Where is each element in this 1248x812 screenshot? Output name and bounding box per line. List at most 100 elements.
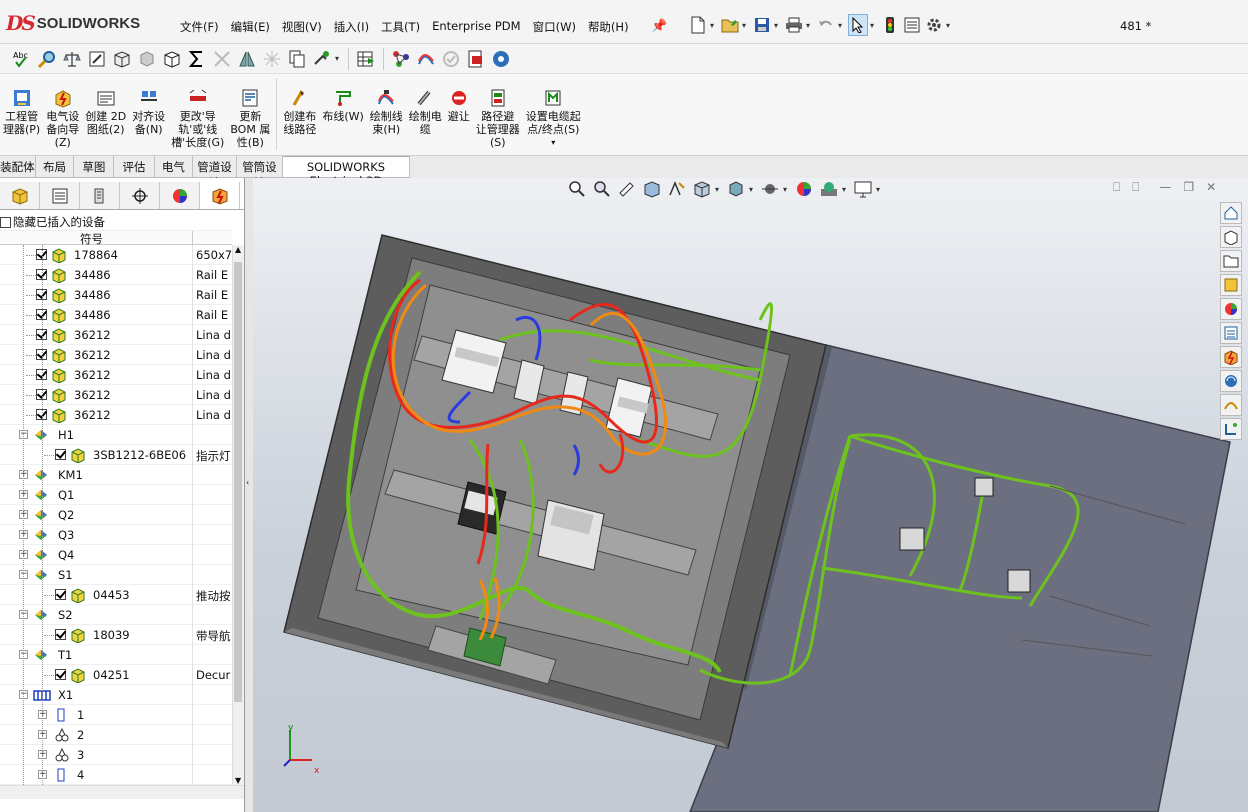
- ribbon-button-project-manager[interactable]: 工程管 理器(P): [3, 74, 40, 155]
- routing-library-icon[interactable]: [1220, 394, 1242, 416]
- connect-dropdown-icon[interactable]: ▾: [335, 54, 343, 63]
- tree-row[interactable]: 36212 Lina d: [0, 405, 232, 425]
- tree-row[interactable]: − S1: [0, 565, 232, 585]
- tree-row[interactable]: − X1: [0, 685, 232, 705]
- new-dropdown-icon[interactable]: ▾: [710, 21, 718, 30]
- tree-row[interactable]: − T1: [0, 645, 232, 665]
- undo-icon[interactable]: [816, 14, 836, 36]
- new-document-icon[interactable]: [688, 14, 708, 36]
- tab-7[interactable]: SOLIDWORKS Electrical 3D: [282, 156, 410, 188]
- configuration-manager-tab[interactable]: [80, 182, 120, 209]
- menu-item-6[interactable]: 窗口(W): [527, 19, 582, 35]
- tree-scroll-thumb[interactable]: [234, 262, 242, 702]
- connect-tool-icon[interactable]: [310, 47, 334, 71]
- menu-item-0[interactable]: 文件(F): [174, 19, 225, 35]
- tree-row[interactable]: 04251 Decur: [0, 665, 232, 685]
- sketch-edit-icon[interactable]: [85, 47, 109, 71]
- device-checkbox[interactable]: [55, 449, 66, 460]
- options-dropdown-icon[interactable]: ▾: [946, 21, 954, 30]
- tree-row[interactable]: 34486 Rail E: [0, 285, 232, 305]
- ribbon-button-avoid-manager[interactable]: 路径避 让管理器 (S): [476, 74, 520, 155]
- custom-properties-icon[interactable]: [1220, 322, 1242, 344]
- spell-check-icon[interactable]: Abc: [10, 47, 34, 71]
- menu-item-5[interactable]: Enterprise PDM: [426, 19, 527, 35]
- ribbon-button-route-wires[interactable]: 布线(W): [322, 74, 364, 155]
- tree-row[interactable]: 34486 Rail E: [0, 265, 232, 285]
- tab-4[interactable]: 电气: [155, 156, 194, 177]
- tree-row[interactable]: + Q3: [0, 525, 232, 545]
- tab-5[interactable]: 管道设计: [193, 156, 237, 190]
- solidworks-logo[interactable]: DS SOLIDWORKS: [6, 11, 140, 35]
- menu-item-4[interactable]: 工具(T): [375, 19, 426, 35]
- ribbon-button-update-bom[interactable]: 更新 BOM 属 性(B): [230, 74, 270, 155]
- ribbon-button-create-route[interactable]: 创建布 线路径: [283, 74, 316, 155]
- cable-library-icon[interactable]: [1220, 418, 1242, 440]
- menu-item-3[interactable]: 插入(I): [328, 19, 375, 35]
- save-icon[interactable]: [752, 14, 772, 36]
- electrical-3d-tab[interactable]: [200, 182, 240, 209]
- tab-1[interactable]: 布局: [36, 156, 75, 177]
- tree-row[interactable]: + KM1: [0, 465, 232, 485]
- tree-row[interactable]: 36212 Lina d: [0, 365, 232, 385]
- feature-manager-tab[interactable]: [0, 182, 40, 209]
- tree-row[interactable]: − S2: [0, 605, 232, 625]
- tab-3[interactable]: 评估: [114, 156, 155, 177]
- tab-2[interactable]: 草图: [74, 156, 115, 177]
- tree-row[interactable]: 34486 Rail E: [0, 305, 232, 325]
- tree-row[interactable]: − H1: [0, 425, 232, 445]
- door-pushbutton-s2[interactable]: [1007, 569, 1031, 593]
- cabinet-3d-model[interactable]: y x: [253, 178, 1248, 812]
- tab-6[interactable]: 管筒设计: [237, 156, 283, 190]
- ribbon-button-avoid[interactable]: 避让: [448, 74, 470, 155]
- tree-row[interactable]: +2: [0, 725, 232, 745]
- electrical-library-icon[interactable]: [1220, 346, 1242, 368]
- ribbon-button-device-wizard[interactable]: 电气设 备向导 (Z): [46, 74, 79, 155]
- door-pushbutton-s1[interactable]: [899, 527, 925, 551]
- tree-row[interactable]: +4: [0, 765, 232, 785]
- graphics-viewport[interactable]: ▾ ▾ ▾ ▾ ▾ ⎕ ⎕ — ❐ ✕ y x: [253, 178, 1248, 812]
- check-gray-icon[interactable]: [439, 47, 463, 71]
- panel-splitter[interactable]: ‹: [245, 178, 253, 812]
- view-palette-icon[interactable]: [1220, 274, 1242, 296]
- tree-horizontal-scrollbar[interactable]: [0, 785, 244, 799]
- tree-row[interactable]: 36212 Lina d: [0, 325, 232, 345]
- property-manager-tab[interactable]: [40, 182, 80, 209]
- appearances-icon[interactable]: [1220, 298, 1242, 320]
- collapse-arrow-icon[interactable]: ‹: [246, 478, 249, 487]
- device-checkbox[interactable]: [55, 669, 66, 680]
- door-indicator-h1[interactable]: [974, 477, 994, 497]
- scroll-up-icon[interactable]: ▲: [235, 245, 241, 254]
- design-library-icon[interactable]: [1220, 226, 1242, 248]
- copy-sheet-icon[interactable]: [285, 47, 309, 71]
- refresh-globe-icon[interactable]: [1220, 370, 1242, 392]
- undo-dropdown-icon[interactable]: ▾: [838, 21, 846, 30]
- component-gray-icon[interactable]: [135, 47, 159, 71]
- menu-item-2[interactable]: 视图(V): [276, 19, 328, 35]
- wire-harness-icon[interactable]: [414, 47, 438, 71]
- balance-icon[interactable]: [60, 47, 84, 71]
- rebuild-traffic-light-icon[interactable]: [880, 14, 900, 36]
- device-checkbox[interactable]: [55, 629, 66, 640]
- sparkle-icon[interactable]: [260, 47, 284, 71]
- save-dropdown-icon[interactable]: ▾: [774, 21, 782, 30]
- solidworks-resources-home-icon[interactable]: [1220, 202, 1242, 224]
- options-gear-icon[interactable]: [924, 14, 944, 36]
- tree-row[interactable]: + Q4: [0, 545, 232, 565]
- hide-inserted-checkbox-row[interactable]: 隐藏已插入的设备: [0, 214, 105, 230]
- cube-icon[interactable]: [160, 47, 184, 71]
- settings-globe-icon[interactable]: [489, 47, 513, 71]
- hide-inserted-checkbox[interactable]: [0, 216, 11, 228]
- file-explorer-icon[interactable]: [1220, 250, 1242, 272]
- sum-icon[interactable]: [185, 47, 209, 71]
- pdf-export-icon[interactable]: [464, 47, 488, 71]
- file-properties-icon[interactable]: [902, 14, 922, 36]
- ribbon-button-draw-cable[interactable]: 绘制电 缆: [409, 74, 442, 155]
- ribbon-button-cable-endpoints[interactable]: 设置电缆起 点/终点(S) ▾: [526, 74, 581, 155]
- menu-item-1[interactable]: 编辑(E): [225, 19, 276, 35]
- print-dropdown-icon[interactable]: ▾: [806, 21, 814, 30]
- tree-row[interactable]: +3: [0, 745, 232, 765]
- scroll-down-icon[interactable]: ▼: [235, 776, 241, 785]
- open-folder-icon[interactable]: [720, 14, 740, 36]
- dimxpert-tab[interactable]: [120, 182, 160, 209]
- select-pointer-icon[interactable]: [848, 14, 868, 36]
